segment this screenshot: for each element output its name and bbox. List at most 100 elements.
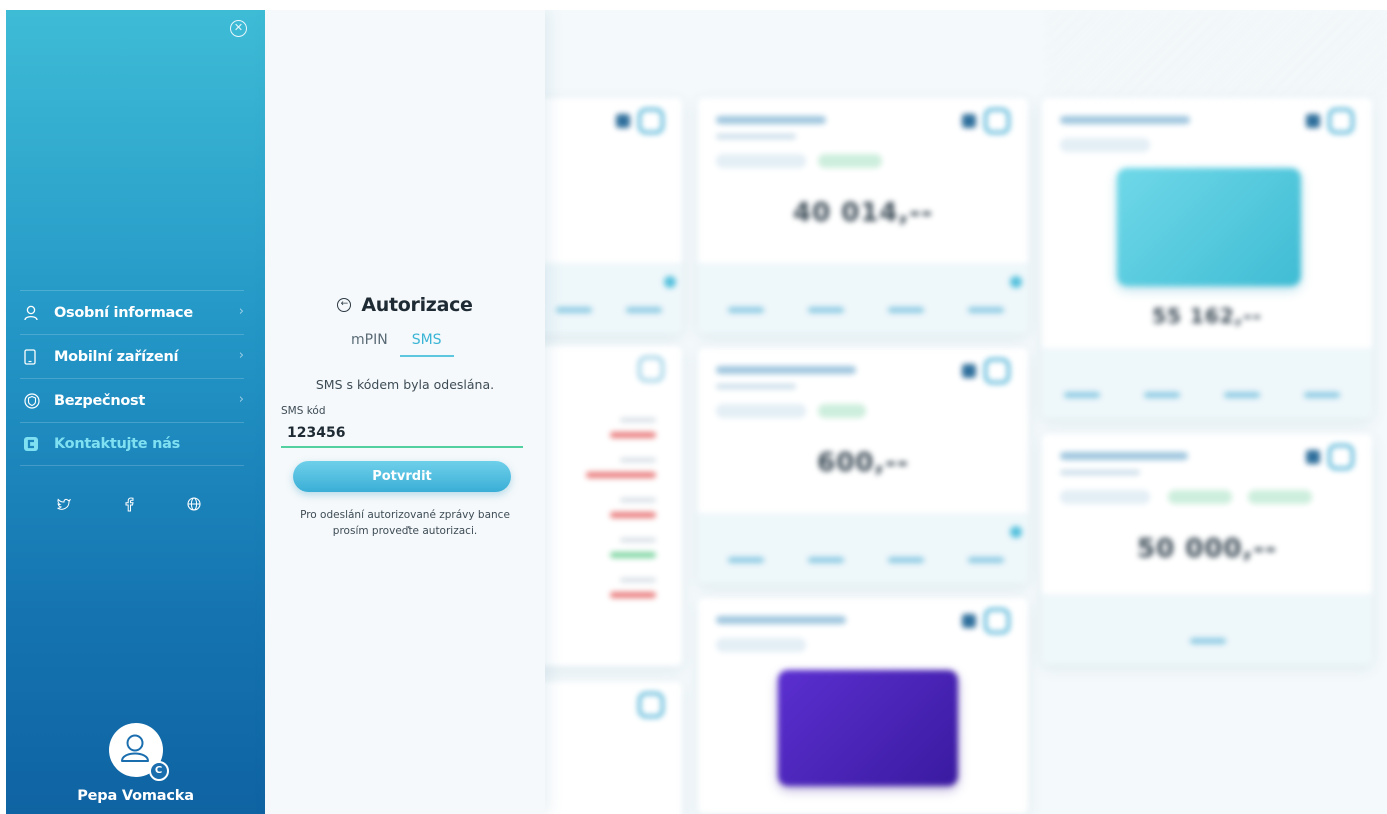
bg-card-icon-small bbox=[1306, 114, 1320, 128]
bg-footer-item bbox=[1064, 392, 1100, 398]
back-arrow-icon[interactable]: ← bbox=[337, 298, 352, 312]
close-icon[interactable]: ✕ bbox=[230, 20, 247, 37]
bg-amount: 50 000,-- bbox=[1137, 534, 1277, 564]
bg-card-title bbox=[716, 616, 846, 624]
social-links bbox=[54, 494, 204, 514]
chevron-right-icon: › bbox=[238, 304, 244, 319]
bg-card-subtitle bbox=[1060, 470, 1140, 475]
bg-amount: 600,-- bbox=[817, 448, 909, 478]
bg-card-icon-small bbox=[962, 614, 976, 628]
user-name: Pepa Vomacka bbox=[77, 788, 194, 804]
bg-card-subtitle bbox=[716, 134, 796, 139]
bg-card-title bbox=[1060, 116, 1190, 124]
bg-chip bbox=[716, 404, 806, 418]
bg-card-icon bbox=[984, 608, 1010, 634]
bg-footer-item bbox=[1190, 638, 1226, 644]
background-pattern bbox=[1047, 10, 1387, 100]
sidebar-menu: Osobní informace › Mobilní zařízení › Be… bbox=[20, 290, 244, 466]
bg-chip bbox=[1168, 490, 1232, 504]
bg-date bbox=[620, 418, 656, 422]
authorization-hint: Pro odeslání autorizované zprávy bance p… bbox=[300, 509, 510, 537]
bg-chip bbox=[716, 638, 806, 652]
chevron-right-icon: › bbox=[238, 348, 244, 363]
bg-card-junior bbox=[698, 598, 1028, 814]
sms-code-input[interactable] bbox=[281, 420, 523, 448]
sidebar-item-label: Kontaktujte nás bbox=[54, 436, 180, 452]
bg-card-footer bbox=[1042, 594, 1372, 664]
bg-card-icon-small bbox=[1306, 450, 1320, 464]
sms-sent-message: SMS s kódem byla odeslána. bbox=[315, 377, 495, 392]
twitter-icon[interactable] bbox=[54, 494, 74, 514]
bg-amount: 40 014,-- bbox=[793, 198, 933, 228]
bg-card-icon bbox=[984, 358, 1010, 384]
bg-chip bbox=[818, 404, 866, 418]
globe-icon[interactable] bbox=[184, 494, 204, 514]
bg-card-icon-small bbox=[962, 114, 976, 128]
facebook-icon[interactable] bbox=[119, 494, 139, 514]
bg-badge bbox=[1010, 276, 1022, 288]
bg-chip bbox=[716, 154, 806, 168]
bg-card-title bbox=[1060, 452, 1188, 460]
bg-footer-item bbox=[968, 307, 1004, 313]
bg-footer-item bbox=[728, 307, 764, 313]
bg-footer-item bbox=[1304, 392, 1340, 398]
sidebar-item-label: Bezpečnost bbox=[54, 392, 145, 409]
bg-chip bbox=[1248, 490, 1312, 504]
contact-logo-icon bbox=[20, 437, 54, 451]
sidebar-item-security[interactable]: Bezpečnost › bbox=[20, 378, 244, 422]
bg-chip bbox=[1060, 490, 1150, 504]
bg-footer-item bbox=[1224, 392, 1260, 398]
bg-badge bbox=[1010, 526, 1022, 538]
bg-card-virtual: 55 162,-- bbox=[1042, 98, 1372, 418]
bg-date bbox=[620, 498, 656, 502]
bg-amount-positive bbox=[610, 552, 656, 558]
bg-amount-negative bbox=[610, 432, 656, 438]
bg-account-card-4: 600,-- bbox=[698, 348, 1028, 583]
chevron-right-icon: › bbox=[238, 392, 244, 407]
shield-icon bbox=[20, 392, 54, 409]
bg-payment-card bbox=[1117, 168, 1301, 286]
bg-footer-item bbox=[1144, 392, 1180, 398]
bg-footer-item bbox=[808, 307, 844, 313]
bg-card-footer bbox=[698, 263, 1028, 333]
bg-card-icon bbox=[984, 108, 1010, 134]
phone-icon bbox=[20, 348, 54, 365]
bg-card-subtitle bbox=[716, 384, 796, 389]
sidebar-item-label: Osobní informace bbox=[54, 304, 193, 321]
sidebar-item-personal-info[interactable]: Osobní informace › bbox=[20, 290, 244, 334]
bg-footer-item bbox=[968, 557, 1004, 563]
bg-card-icon bbox=[638, 692, 664, 718]
app-frame: 40 014,-- 600,-- 55 162,-- 50 000,-- ✕ O… bbox=[6, 10, 1387, 814]
sidebar-item-contact[interactable]: Kontaktujte nás bbox=[20, 422, 244, 466]
bg-footer-item bbox=[626, 307, 662, 313]
bg-account-card-2: 40 014,-- bbox=[698, 98, 1028, 333]
bg-card-title bbox=[716, 366, 856, 374]
sidebar: ✕ Osobní informace › Mobilní zařízení › bbox=[6, 10, 265, 814]
tab-sms[interactable]: SMS bbox=[399, 332, 454, 357]
bg-amount: 55 162,-- bbox=[1152, 304, 1262, 328]
bg-payment-card bbox=[778, 670, 958, 786]
bg-footer-item bbox=[888, 557, 924, 563]
bg-card-icon bbox=[638, 356, 664, 382]
bg-card-credit: 50 000,-- bbox=[1042, 434, 1372, 664]
bg-amount-negative bbox=[610, 592, 656, 598]
avatar[interactable]: C bbox=[108, 723, 169, 781]
confirm-button[interactable]: Potvrdit bbox=[293, 461, 511, 492]
auth-method-tabs: mPIN SMS bbox=[339, 332, 454, 357]
user-icon bbox=[20, 305, 54, 321]
tab-mpin[interactable]: mPIN bbox=[339, 332, 400, 357]
bg-amount-negative bbox=[610, 512, 656, 518]
bg-card-icon bbox=[1328, 108, 1354, 134]
bg-card-title bbox=[716, 116, 826, 124]
bg-footer-item bbox=[808, 557, 844, 563]
sidebar-item-label: Mobilní zařízení bbox=[54, 348, 179, 365]
bg-card-icon-small bbox=[962, 364, 976, 378]
bg-amount-negative bbox=[586, 472, 656, 478]
bg-badge bbox=[664, 276, 676, 288]
authorization-header: ← Autorizace bbox=[265, 294, 545, 316]
user-profile[interactable]: C Pepa Vomacka bbox=[6, 723, 265, 804]
bg-chip bbox=[1060, 138, 1150, 152]
bg-footer-item bbox=[728, 557, 764, 563]
bg-chip bbox=[818, 154, 882, 168]
sidebar-item-mobile-devices[interactable]: Mobilní zařízení › bbox=[20, 334, 244, 378]
